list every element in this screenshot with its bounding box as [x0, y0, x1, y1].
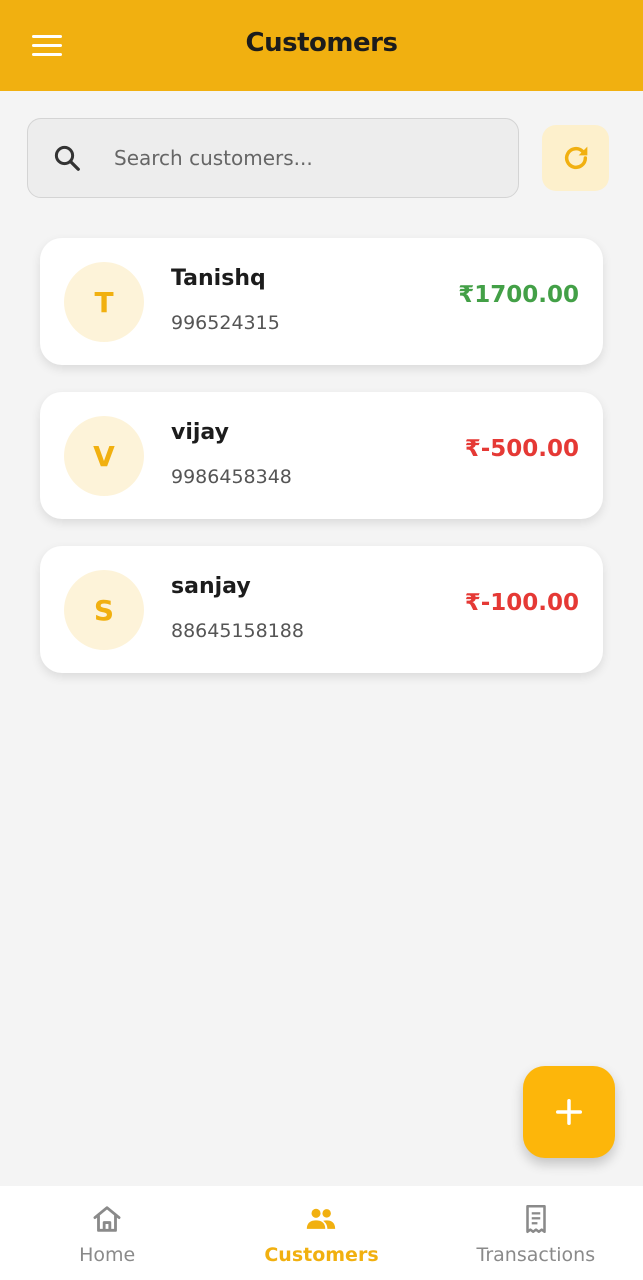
- refresh-button[interactable]: [542, 125, 609, 191]
- avatar: T: [64, 262, 144, 342]
- customer-name: Tanishq: [171, 266, 266, 291]
- receipt-icon: [526, 1204, 546, 1234]
- page-title: Customers: [245, 28, 398, 58]
- nav-item-customers[interactable]: Customers: [214, 1186, 428, 1280]
- customer-card[interactable]: V vijay 9986458348 ₹-500.00: [40, 392, 603, 519]
- avatar: S: [64, 570, 144, 650]
- bottom-nav: Home Customers Transactions: [0, 1186, 643, 1280]
- nav-label: Transactions: [476, 1244, 596, 1266]
- nav-label: Customers: [264, 1244, 379, 1266]
- customer-name: vijay: [171, 420, 229, 445]
- nav-label: Home: [79, 1244, 136, 1266]
- customer-balance: ₹-500.00: [464, 436, 579, 462]
- search-icon: [54, 145, 80, 171]
- people-icon: [307, 1208, 336, 1229]
- customer-balance: ₹-100.00: [464, 590, 579, 616]
- customer-phone: 9986458348: [171, 466, 292, 488]
- search-bar[interactable]: [27, 118, 519, 198]
- avatar: V: [64, 416, 144, 496]
- customer-name: sanjay: [171, 574, 251, 599]
- plus-icon: [556, 1099, 582, 1125]
- customer-card[interactable]: S sanjay 88645158188 ₹-100.00: [40, 546, 603, 673]
- app-bar: Customers: [0, 0, 643, 91]
- customer-card[interactable]: T Tanishq 996524315 ₹1700.00: [40, 238, 603, 365]
- nav-item-home[interactable]: Home: [0, 1186, 214, 1280]
- home-icon: [93, 1206, 121, 1232]
- customer-balance: ₹1700.00: [458, 282, 579, 308]
- customer-phone: 88645158188: [171, 620, 304, 642]
- search-input[interactable]: [114, 138, 474, 178]
- nav-item-transactions[interactable]: Transactions: [429, 1186, 643, 1280]
- customer-phone: 996524315: [171, 312, 280, 334]
- add-customer-button[interactable]: [523, 1066, 615, 1158]
- refresh-icon: [564, 146, 587, 170]
